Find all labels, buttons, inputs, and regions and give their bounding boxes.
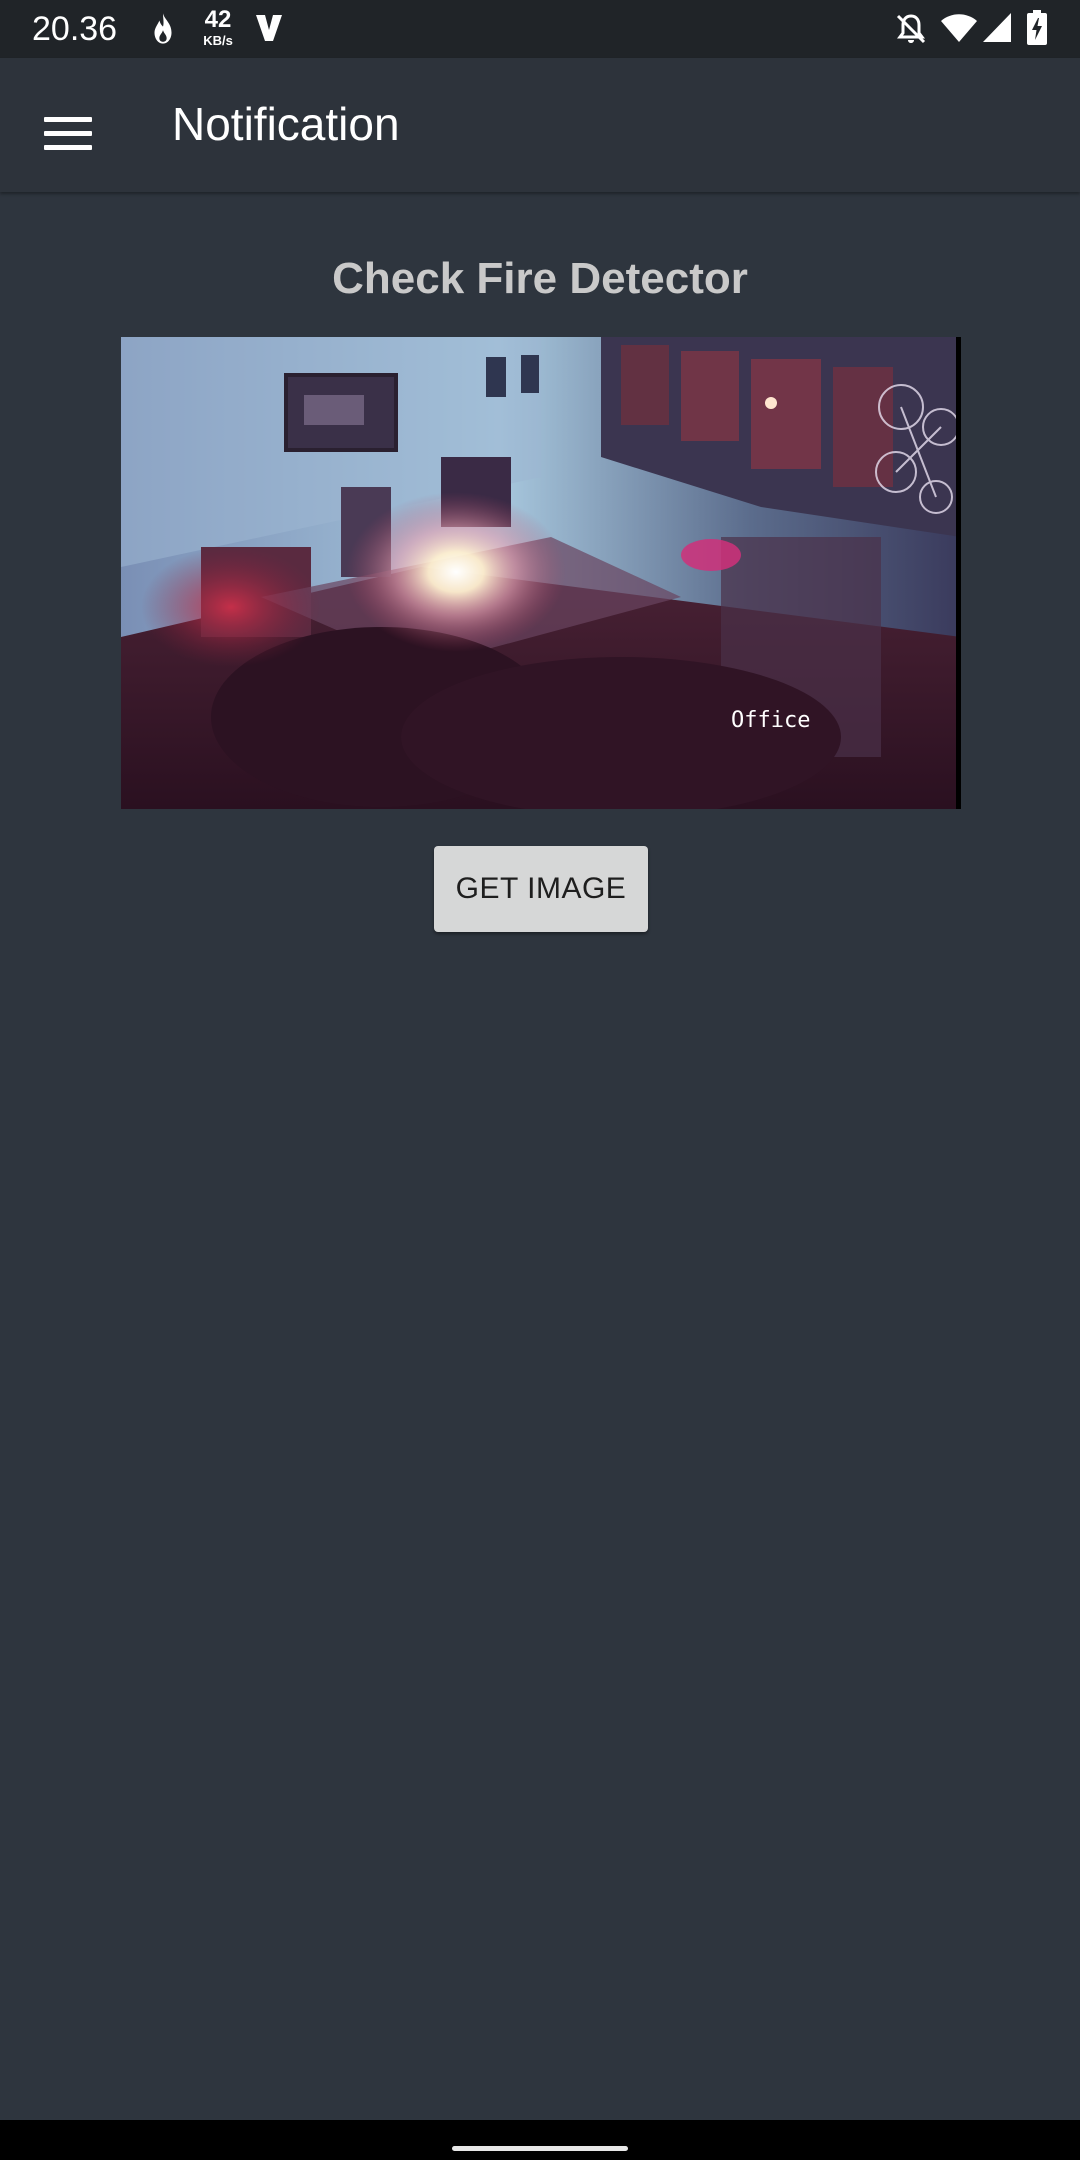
- flame-icon: [154, 13, 172, 44]
- section-heading: Check Fire Detector: [332, 254, 748, 303]
- network-speed-unit: KB/s: [203, 33, 233, 48]
- page-title: Notification: [172, 98, 400, 150]
- home-gesture-handle[interactable]: [452, 2146, 628, 2151]
- signal-icon: [983, 13, 1011, 42]
- network-speed: 42 KB/s: [198, 6, 238, 48]
- network-speed-value: 42: [204, 6, 232, 33]
- bell-off-icon: [896, 14, 926, 44]
- status-bar: 20.36 42 KB/s: [0, 0, 1080, 58]
- app-bar: Notification: [0, 58, 1080, 192]
- hamburger-menu-icon[interactable]: [44, 117, 92, 151]
- status-time: 20.36: [32, 10, 118, 48]
- navigation-bar: [0, 2120, 1080, 2160]
- camera-label: Office: [731, 708, 810, 733]
- get-image-button[interactable]: GET IMAGE: [434, 846, 648, 932]
- wifi-icon: [941, 14, 977, 42]
- v-icon: [256, 15, 282, 41]
- camera-snapshot: Office: [121, 337, 961, 809]
- menu-button[interactable]: [28, 94, 108, 174]
- battery-charging-icon: [1027, 10, 1047, 45]
- camera-image: Office: [121, 337, 961, 809]
